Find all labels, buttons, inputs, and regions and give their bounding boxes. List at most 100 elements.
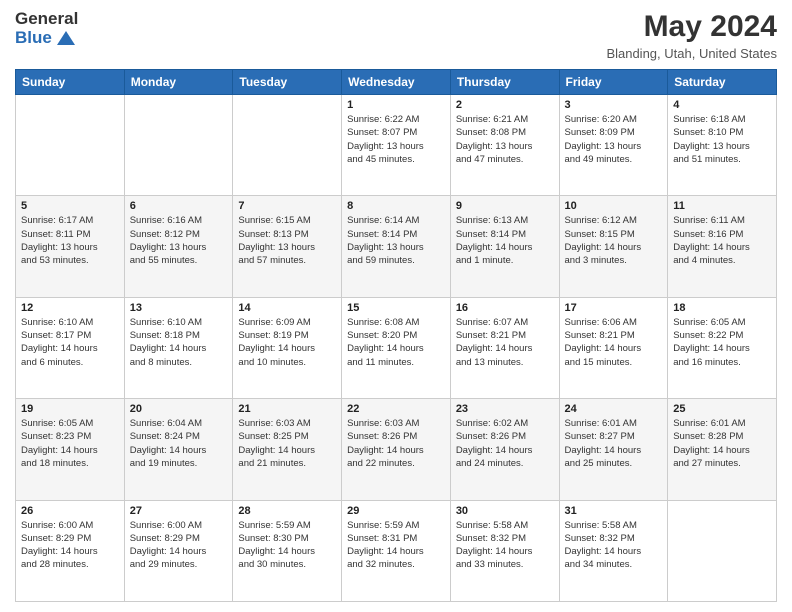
day-number: 29: [347, 505, 445, 517]
day-info: Sunrise: 6:01 AM Sunset: 8:27 PM Dayligh…: [565, 417, 663, 470]
calendar-cell: 12Sunrise: 6:10 AM Sunset: 8:17 PM Dayli…: [16, 297, 125, 398]
day-number: 18: [673, 302, 771, 314]
calendar-week-row: 1Sunrise: 6:22 AM Sunset: 8:07 PM Daylig…: [16, 95, 777, 196]
day-info: Sunrise: 6:09 AM Sunset: 8:19 PM Dayligh…: [238, 316, 336, 369]
calendar-cell: 18 Sunrise: 6:05 AM Sunset: 8:22 PM Dayli…: [668, 297, 777, 398]
day-info: Sunrise: 5:58 AM Sunset: 8:32 PM Dayligh…: [565, 519, 663, 572]
day-number: 15: [347, 302, 445, 314]
day-number: 9: [456, 200, 554, 212]
calendar-header-row: SundayMondayTuesdayWednesdayThursdayFrid…: [16, 70, 777, 95]
day-info: Sunrise: 6:12 AM Sunset: 8:15 PM Dayligh…: [565, 214, 663, 267]
day-number: 28: [238, 505, 336, 517]
calendar-header-monday: Monday: [124, 70, 233, 95]
logo-icon: [57, 31, 75, 45]
day-info: Sunrise: 6:17 AM Sunset: 8:11 PM Dayligh…: [21, 214, 119, 267]
day-info: Sunrise: 6:05 AM Sunset: 8:23 PM Dayligh…: [21, 417, 119, 470]
calendar-week-row: 19 Sunrise: 6:05 AM Sunset: 8:23 PM Dayli…: [16, 399, 777, 500]
calendar-cell: 30Sunrise: 5:58 AM Sunset: 8:32 PM Dayli…: [450, 500, 559, 601]
day-number: 7: [238, 200, 336, 212]
logo: General Blue: [15, 10, 78, 47]
day-info: Sunrise: 6:07 AM Sunset: 8:21 PM Dayligh…: [456, 316, 554, 369]
location: Blanding, Utah, United States: [606, 46, 777, 61]
calendar-cell: 13Sunrise: 6:10 AM Sunset: 8:18 PM Dayli…: [124, 297, 233, 398]
calendar-cell: 9 Sunrise: 6:13 AM Sunset: 8:14 PM Daylig…: [450, 196, 559, 297]
day-info: Sunrise: 6:11 AM Sunset: 8:16 PM Dayligh…: [673, 214, 771, 267]
calendar-cell: 10Sunrise: 6:12 AM Sunset: 8:15 PM Dayli…: [559, 196, 668, 297]
day-number: 20: [130, 403, 228, 415]
logo-general: General: [15, 10, 78, 29]
calendar-cell: 27 Sunrise: 6:00 AM Sunset: 8:29 PM Dayli…: [124, 500, 233, 601]
calendar-cell: 20Sunrise: 6:04 AM Sunset: 8:24 PM Dayli…: [124, 399, 233, 500]
day-info: Sunrise: 6:15 AM Sunset: 8:13 PM Dayligh…: [238, 214, 336, 267]
day-number: 25: [673, 403, 771, 415]
calendar-cell: 14 Sunrise: 6:09 AM Sunset: 8:19 PM Dayli…: [233, 297, 342, 398]
calendar-cell: 26 Sunrise: 6:00 AM Sunset: 8:29 PM Dayli…: [16, 500, 125, 601]
calendar-cell: [124, 95, 233, 196]
calendar-cell: 16Sunrise: 6:07 AM Sunset: 8:21 PM Dayli…: [450, 297, 559, 398]
day-info: Sunrise: 6:05 AM Sunset: 8:22 PM Dayligh…: [673, 316, 771, 369]
day-number: 14: [238, 302, 336, 314]
calendar-header-thursday: Thursday: [450, 70, 559, 95]
day-info: Sunrise: 5:59 AM Sunset: 8:31 PM Dayligh…: [347, 519, 445, 572]
month-title: May 2024: [606, 10, 777, 44]
day-number: 3: [565, 99, 663, 111]
day-number: 31: [565, 505, 663, 517]
calendar-header-tuesday: Tuesday: [233, 70, 342, 95]
logo-blue: Blue: [15, 29, 78, 48]
day-info: Sunrise: 6:00 AM Sunset: 8:29 PM Dayligh…: [21, 519, 119, 572]
calendar-header-saturday: Saturday: [668, 70, 777, 95]
calendar-week-row: 26 Sunrise: 6:00 AM Sunset: 8:29 PM Dayli…: [16, 500, 777, 601]
calendar-cell: 19 Sunrise: 6:05 AM Sunset: 8:23 PM Dayli…: [16, 399, 125, 500]
calendar-cell: 28 Sunrise: 5:59 AM Sunset: 8:30 PM Dayli…: [233, 500, 342, 601]
calendar-cell: 6Sunrise: 6:16 AM Sunset: 8:12 PM Daylig…: [124, 196, 233, 297]
calendar-cell: 2Sunrise: 6:21 AM Sunset: 8:08 PM Daylig…: [450, 95, 559, 196]
day-info: Sunrise: 6:13 AM Sunset: 8:14 PM Dayligh…: [456, 214, 554, 267]
calendar-cell: 17 Sunrise: 6:06 AM Sunset: 8:21 PM Dayli…: [559, 297, 668, 398]
calendar-header-wednesday: Wednesday: [342, 70, 451, 95]
day-number: 22: [347, 403, 445, 415]
day-number: 27: [130, 505, 228, 517]
day-info: Sunrise: 6:01 AM Sunset: 8:28 PM Dayligh…: [673, 417, 771, 470]
day-number: 8: [347, 200, 445, 212]
calendar-week-row: 5 Sunrise: 6:17 AM Sunset: 8:11 PM Daylig…: [16, 196, 777, 297]
calendar-cell: [233, 95, 342, 196]
day-info: Sunrise: 6:08 AM Sunset: 8:20 PM Dayligh…: [347, 316, 445, 369]
calendar-cell: 21Sunrise: 6:03 AM Sunset: 8:25 PM Dayli…: [233, 399, 342, 500]
calendar-cell: 29 Sunrise: 5:59 AM Sunset: 8:31 PM Dayli…: [342, 500, 451, 601]
day-info: Sunrise: 6:22 AM Sunset: 8:07 PM Dayligh…: [347, 113, 445, 166]
day-number: 21: [238, 403, 336, 415]
day-number: 5: [21, 200, 119, 212]
calendar-cell: 8Sunrise: 6:14 AM Sunset: 8:14 PM Daylig…: [342, 196, 451, 297]
calendar-table: SundayMondayTuesdayWednesdayThursdayFrid…: [15, 69, 777, 602]
day-info: Sunrise: 5:58 AM Sunset: 8:32 PM Dayligh…: [456, 519, 554, 572]
day-info: Sunrise: 6:02 AM Sunset: 8:26 PM Dayligh…: [456, 417, 554, 470]
calendar-week-row: 12Sunrise: 6:10 AM Sunset: 8:17 PM Dayli…: [16, 297, 777, 398]
calendar-header-friday: Friday: [559, 70, 668, 95]
calendar-cell: 15 Sunrise: 6:08 AM Sunset: 8:20 PM Dayli…: [342, 297, 451, 398]
day-number: 19: [21, 403, 119, 415]
day-info: Sunrise: 6:20 AM Sunset: 8:09 PM Dayligh…: [565, 113, 663, 166]
calendar-header-sunday: Sunday: [16, 70, 125, 95]
calendar-cell: 1Sunrise: 6:22 AM Sunset: 8:07 PM Daylig…: [342, 95, 451, 196]
day-info: Sunrise: 6:06 AM Sunset: 8:21 PM Dayligh…: [565, 316, 663, 369]
calendar-cell: 4 Sunrise: 6:18 AM Sunset: 8:10 PM Daylig…: [668, 95, 777, 196]
calendar-cell: 24 Sunrise: 6:01 AM Sunset: 8:27 PM Dayli…: [559, 399, 668, 500]
calendar-cell: 5 Sunrise: 6:17 AM Sunset: 8:11 PM Daylig…: [16, 196, 125, 297]
day-number: 4: [673, 99, 771, 111]
calendar-cell: 11Sunrise: 6:11 AM Sunset: 8:16 PM Dayli…: [668, 196, 777, 297]
day-info: Sunrise: 6:00 AM Sunset: 8:29 PM Dayligh…: [130, 519, 228, 572]
day-number: 13: [130, 302, 228, 314]
day-info: Sunrise: 6:18 AM Sunset: 8:10 PM Dayligh…: [673, 113, 771, 166]
calendar-cell: [668, 500, 777, 601]
day-info: Sunrise: 5:59 AM Sunset: 8:30 PM Dayligh…: [238, 519, 336, 572]
day-number: 26: [21, 505, 119, 517]
day-number: 17: [565, 302, 663, 314]
calendar-cell: 3 Sunrise: 6:20 AM Sunset: 8:09 PM Daylig…: [559, 95, 668, 196]
page: General Blue May 2024 Blanding, Utah, Un…: [0, 0, 792, 612]
calendar-cell: 22 Sunrise: 6:03 AM Sunset: 8:26 PM Dayli…: [342, 399, 451, 500]
title-block: May 2024 Blanding, Utah, United States: [606, 10, 777, 61]
calendar-cell: 23Sunrise: 6:02 AM Sunset: 8:26 PM Dayli…: [450, 399, 559, 500]
day-number: 24: [565, 403, 663, 415]
day-info: Sunrise: 6:03 AM Sunset: 8:26 PM Dayligh…: [347, 417, 445, 470]
calendar-cell: [16, 95, 125, 196]
